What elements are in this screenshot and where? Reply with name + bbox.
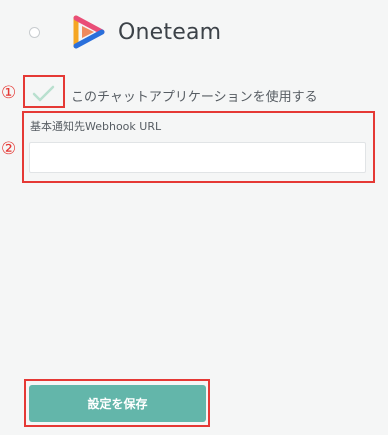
enable-label: このチャットアプリケーションを使用する: [71, 90, 318, 105]
app-select-radio[interactable]: [29, 27, 40, 38]
webhook-url-label: 基本通知先Webhook URL: [30, 120, 162, 133]
enable-checkbox[interactable]: [30, 84, 56, 104]
webhook-url-input[interactable]: [29, 142, 366, 173]
annotation-badge-2: ②: [1, 139, 17, 159]
save-settings-button[interactable]: 設定を保存: [29, 385, 206, 422]
checkmark-icon: [32, 85, 55, 102]
app-name: Oneteam: [118, 20, 222, 45]
oneteam-logo-icon: [73, 15, 105, 49]
annotation-badge-1: ①: [1, 83, 17, 103]
